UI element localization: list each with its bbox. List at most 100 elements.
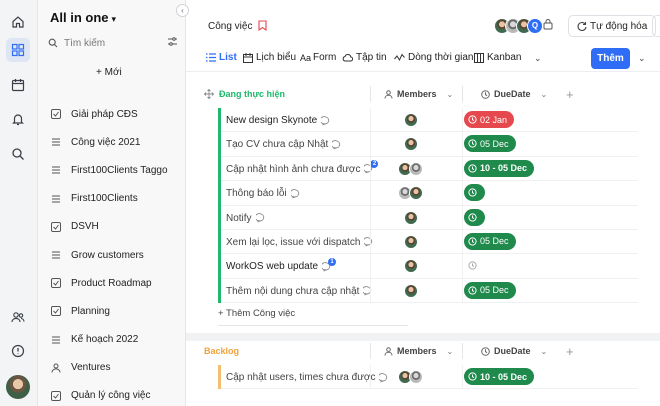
group-name[interactable]: Đang thực hiện: [204, 89, 285, 99]
tab-form[interactable]: Aa Form: [300, 52, 336, 63]
sidebar-item[interactable]: Công việc 2021: [50, 128, 180, 156]
info-icon[interactable]: [6, 339, 30, 363]
task-row[interactable]: Cập nhật hình ảnh chưa được 2 10 - 05 Dec: [218, 156, 638, 182]
task-row[interactable]: Tạo CV chưa cập Nhật 05 Dec: [218, 132, 638, 157]
sidebar-item[interactable]: First100Clients Taggo: [50, 156, 180, 184]
members-column-header[interactable]: Members ⌄: [384, 346, 453, 356]
comment-icon[interactable]: 1: [322, 257, 337, 272]
comment-icon[interactable]: [332, 140, 342, 150]
task-name[interactable]: Thêm nội dung chưa cập nhật: [226, 286, 373, 297]
task-row[interactable]: Thông báo lỗi: [218, 181, 638, 206]
members-cell[interactable]: [404, 137, 418, 152]
people-icon[interactable]: [6, 305, 30, 329]
task-name[interactable]: New design Skynote: [226, 115, 331, 126]
due-date-pill[interactable]: 02 Jan: [464, 111, 515, 128]
list-icon: [50, 334, 61, 345]
group-name[interactable]: Backlog: [204, 346, 239, 356]
apps-grid-icon[interactable]: [6, 38, 30, 62]
task-row[interactable]: Cập nhật users, times chưa được 10 - 05 …: [218, 365, 638, 390]
task-row[interactable]: Xem lại lọc, issue với dispatch 05 Dec: [218, 229, 638, 255]
user-avatar[interactable]: [6, 375, 30, 399]
sidebar-item[interactable]: Quản lý công việc: [50, 382, 180, 406]
task-row[interactable]: New design Skynote 02 Jan: [218, 108, 638, 133]
bookmark-icon[interactable]: [258, 20, 267, 31]
cell-divider: [462, 108, 463, 133]
comment-icon[interactable]: [321, 115, 331, 126]
sidebar-item[interactable]: Kế hoạch 2022: [50, 326, 180, 354]
comment-icon[interactable]: [255, 213, 266, 223]
workspace-switcher[interactable]: All in one ▾: [50, 10, 116, 25]
sidebar-item[interactable]: Giải pháp CĐS: [50, 100, 180, 128]
checkbox-icon: [50, 306, 61, 317]
tab-kanban[interactable]: Kanban: [474, 52, 521, 63]
collapse-sidebar-button[interactable]: ‹: [176, 4, 189, 17]
members-cell[interactable]: [404, 210, 418, 225]
add-button[interactable]: Thêm: [591, 48, 630, 69]
due-date-pill[interactable]: 10 - 05 Dec: [464, 368, 535, 385]
sidebar-item[interactable]: Planning: [50, 297, 180, 325]
duedate-column-header[interactable]: DueDate ⌄: [481, 89, 547, 99]
sidebar-item-label: Ventures: [71, 362, 111, 374]
members-cell[interactable]: [404, 113, 418, 127]
task-row[interactable]: Notify: [218, 205, 638, 230]
home-icon[interactable]: [6, 10, 30, 34]
comment-icon[interactable]: [379, 372, 389, 383]
sidebar-item[interactable]: Ventures: [50, 354, 180, 382]
members-cell[interactable]: [398, 161, 423, 176]
members-cell[interactable]: [404, 283, 418, 298]
comment-icon[interactable]: [290, 188, 301, 199]
task-name[interactable]: Cập nhật hình ảnh chưa được 2: [226, 160, 379, 175]
add-task-button[interactable]: + Thêm Công việc: [218, 308, 295, 319]
list-icon: [50, 193, 61, 204]
duedate-column-header[interactable]: DueDate ⌄: [481, 346, 547, 356]
task-name[interactable]: Notify: [226, 213, 266, 224]
due-date-pill[interactable]: 05 Dec: [464, 281, 516, 299]
task-row[interactable]: Thêm nội dung chưa cập nhật 05 Dec: [218, 278, 638, 304]
sidebar-item[interactable]: First100Clients: [50, 185, 180, 213]
due-date-pill[interactable]: [464, 208, 485, 226]
sidebar-item[interactable]: DSVH: [50, 213, 180, 241]
members-cell[interactable]: [404, 259, 418, 274]
due-date-pill[interactable]: 10 - 05 Dec: [464, 159, 535, 177]
automation-button[interactable]: Tự động hóa: [568, 15, 657, 37]
column-label: DueDate: [494, 89, 531, 99]
tab-timeline[interactable]: Dòng thời gian: [394, 52, 474, 63]
calendar-icon[interactable]: [6, 73, 30, 97]
add-column-button[interactable]: +: [566, 87, 574, 102]
members-cell[interactable]: [404, 234, 418, 249]
member-avatars[interactable]: Q: [494, 18, 543, 34]
sidebar-item[interactable]: Product Roadmap: [50, 269, 180, 297]
task-name[interactable]: Xem lại lọc, issue với dispatch: [226, 237, 374, 248]
avatar: [409, 186, 423, 201]
due-date-pill[interactable]: [464, 184, 485, 202]
comment-icon[interactable]: [363, 286, 373, 296]
lock-icon[interactable]: [543, 18, 553, 30]
add-column-button[interactable]: +: [566, 344, 574, 359]
new-item-button[interactable]: + Mới: [96, 67, 122, 78]
more-views-icon[interactable]: ⌄: [534, 53, 542, 64]
members-column-header[interactable]: Members ⌄: [384, 89, 453, 99]
due-date-pill[interactable]: 05 Dec: [464, 232, 516, 250]
due-date-pill[interactable]: [464, 257, 485, 274]
task-row[interactable]: WorkOS web update 1: [218, 254, 638, 279]
bell-icon[interactable]: [6, 107, 30, 131]
members-cell[interactable]: [398, 370, 423, 384]
filter-icon[interactable]: [167, 36, 178, 47]
tab-files[interactable]: Tập tin: [342, 52, 387, 63]
due-date-pill[interactable]: 05 Dec: [464, 135, 516, 153]
tab-calendar[interactable]: Lịch biểu: [243, 52, 296, 63]
sidebar-item[interactable]: Grow customers: [50, 241, 180, 269]
task-name[interactable]: WorkOS web update 1: [226, 257, 337, 272]
sidebar-item-label: Product Roadmap: [71, 277, 152, 289]
task-name[interactable]: Tạo CV chưa cập Nhật: [226, 139, 342, 150]
task-name[interactable]: Thông báo lỗi: [226, 188, 301, 199]
task-name[interactable]: Cập nhật users, times chưa được: [226, 372, 389, 383]
search-input[interactable]: [64, 37, 154, 49]
tab-list[interactable]: List: [206, 52, 237, 63]
due-date-text: 10 - 05 Dec: [480, 163, 528, 174]
members-cell[interactable]: [398, 186, 423, 201]
chevron-down-icon[interactable]: ⌄: [638, 53, 646, 64]
avatar: [404, 137, 418, 152]
extra-action-button[interactable]: [652, 15, 660, 37]
search-icon[interactable]: [6, 142, 30, 166]
